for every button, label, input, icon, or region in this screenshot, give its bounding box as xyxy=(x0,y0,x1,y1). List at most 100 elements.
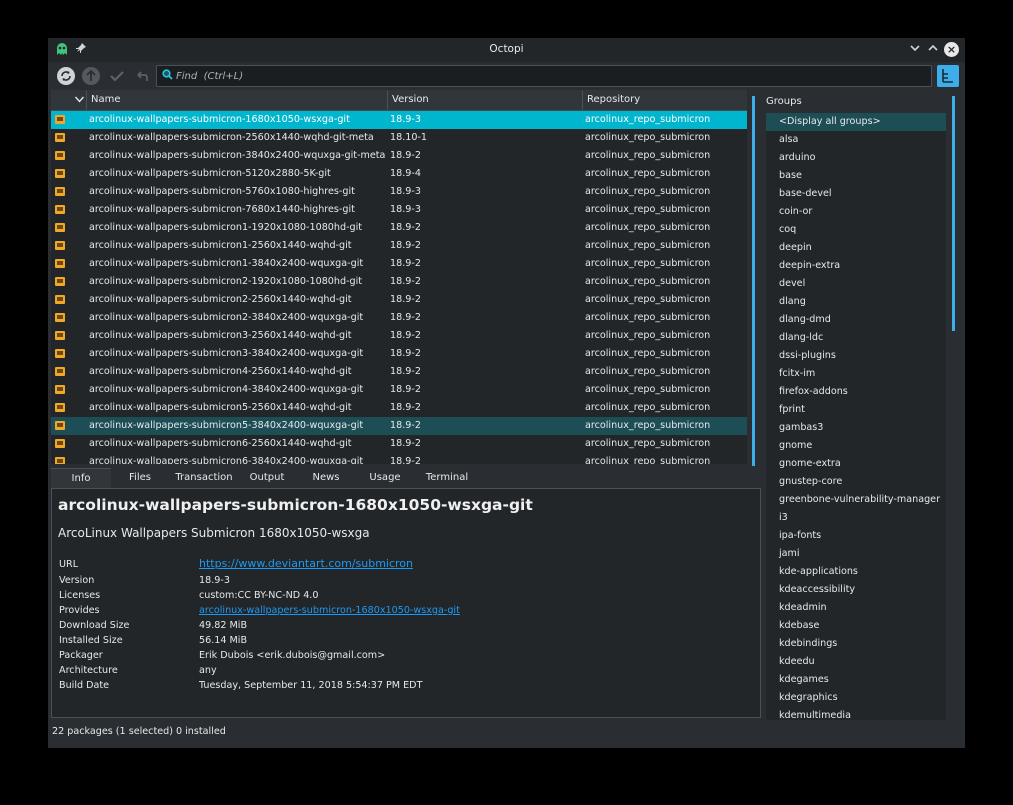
url-link[interactable]: https://www.deviantart.com/submicron xyxy=(199,557,413,570)
upgrade-button[interactable] xyxy=(82,67,100,85)
column-header-name[interactable]: Name xyxy=(91,94,121,105)
group-item[interactable]: dlang xyxy=(766,293,946,311)
group-item[interactable]: kdebindings xyxy=(766,635,946,653)
table-row[interactable]: arcolinux-wallpapers-submicron-7680x1440… xyxy=(51,201,747,219)
details-tab-bar: Info Files Transaction Output News Usage… xyxy=(51,468,756,489)
toggle-groups-button[interactable] xyxy=(937,65,959,87)
group-item[interactable]: kde-applications xyxy=(766,563,946,581)
group-item[interactable]: ipa-fonts xyxy=(766,527,946,545)
group-item[interactable]: kdeadmin xyxy=(766,599,946,617)
package-version: 18.9-2 xyxy=(390,366,421,377)
table-row[interactable]: arcolinux-wallpapers-submicron1-2560x144… xyxy=(51,237,747,255)
table-row[interactable]: arcolinux-wallpapers-submicron4-3840x240… xyxy=(51,381,747,399)
package-version: 18.9-2 xyxy=(390,456,421,464)
group-item[interactable]: kdegames xyxy=(766,671,946,689)
table-row[interactable]: arcolinux-wallpapers-submicron2-2560x144… xyxy=(51,291,747,309)
package-name: arcolinux-wallpapers-submicron-3840x2400… xyxy=(89,150,386,161)
tab-usage[interactable]: Usage xyxy=(361,468,409,488)
table-row[interactable]: arcolinux-wallpapers-submicron5-2560x144… xyxy=(51,399,747,417)
commit-button[interactable] xyxy=(108,67,126,85)
search-box[interactable] xyxy=(156,65,932,87)
package-icon xyxy=(55,367,65,376)
sort-chevron-down-icon[interactable] xyxy=(75,96,84,103)
group-item[interactable]: kdegraphics xyxy=(766,689,946,707)
table-row[interactable]: arcolinux-wallpapers-submicron3-2560x144… xyxy=(51,327,747,345)
search-input[interactable] xyxy=(176,66,916,86)
table-row[interactable]: arcolinux-wallpapers-submicron-2560x1440… xyxy=(51,129,747,147)
maximize-chevron-up-icon[interactable] xyxy=(925,42,941,58)
table-row[interactable]: arcolinux-wallpapers-submicron6-2560x144… xyxy=(51,435,747,453)
package-version: 18.10-1 xyxy=(390,132,428,143)
column-separator[interactable] xyxy=(387,90,388,110)
table-row[interactable]: arcolinux-wallpapers-submicron-5760x1080… xyxy=(51,183,747,201)
group-item[interactable]: deepin xyxy=(766,239,946,257)
group-item[interactable]: dssi-plugins xyxy=(766,347,946,365)
group-item[interactable]: arduino xyxy=(766,149,946,167)
group-item[interactable]: i3 xyxy=(766,509,946,527)
group-item[interactable]: dlang-ldc xyxy=(766,329,946,347)
column-header-version[interactable]: Version xyxy=(392,94,429,105)
download-size-value: 49.82 MiB xyxy=(199,620,248,631)
tab-transaction[interactable]: Transaction xyxy=(169,468,239,488)
group-item[interactable]: firefox-addons xyxy=(766,383,946,401)
group-item[interactable]: <Display all groups> xyxy=(766,113,946,131)
package-name: arcolinux-wallpapers-submicron3-2560x144… xyxy=(89,330,352,341)
rollback-button[interactable] xyxy=(133,67,151,85)
groups-scrollbar[interactable] xyxy=(952,96,955,331)
tab-terminal[interactable]: Terminal xyxy=(417,468,477,488)
package-list[interactable]: Name Version Repository arcolinux-wallpa… xyxy=(51,90,747,464)
group-item[interactable]: gnome xyxy=(766,437,946,455)
group-item[interactable]: dlang-dmd xyxy=(766,311,946,329)
table-row[interactable]: arcolinux-wallpapers-submicron5-3840x240… xyxy=(51,417,747,435)
group-item[interactable]: alsa xyxy=(766,131,946,149)
group-item[interactable]: gnome-extra xyxy=(766,455,946,473)
group-item[interactable]: coin-or xyxy=(766,203,946,221)
group-item[interactable]: jami xyxy=(766,545,946,563)
group-item[interactable]: kdeedu xyxy=(766,653,946,671)
table-row[interactable]: arcolinux-wallpapers-submicron4-2560x144… xyxy=(51,363,747,381)
package-list-scrollbar[interactable] xyxy=(752,96,755,466)
table-row[interactable]: arcolinux-wallpapers-submicron1-1920x108… xyxy=(51,219,747,237)
table-row[interactable]: arcolinux-wallpapers-submicron3-3840x240… xyxy=(51,345,747,363)
close-icon[interactable]: × xyxy=(944,42,959,57)
table-row[interactable]: arcolinux-wallpapers-submicron2-1920x108… xyxy=(51,273,747,291)
group-item[interactable]: kdemultimedia xyxy=(766,707,946,720)
group-item[interactable]: base xyxy=(766,167,946,185)
table-row[interactable]: arcolinux-wallpapers-submicron1-3840x240… xyxy=(51,255,747,273)
group-item[interactable]: greenbone-vulnerability-manager xyxy=(766,491,946,509)
group-item[interactable]: gnustep-core xyxy=(766,473,946,491)
tab-info[interactable]: Info xyxy=(51,468,111,489)
table-row[interactable]: arcolinux-wallpapers-submicron-3840x2400… xyxy=(51,147,747,165)
minimize-chevron-down-icon[interactable] xyxy=(907,42,923,58)
group-item[interactable]: gambas3 xyxy=(766,419,946,437)
table-row[interactable]: arcolinux-wallpapers-submicron6-3840x240… xyxy=(51,453,747,464)
provides-link[interactable]: arcolinux-wallpapers-submicron-1680x1050… xyxy=(199,605,460,616)
group-item[interactable]: coq xyxy=(766,221,946,239)
table-row[interactable]: arcolinux-wallpapers-submicron-1680x1050… xyxy=(51,111,747,129)
groups-list[interactable]: <Display all groups> alsa arduino base base-… xyxy=(766,113,946,720)
column-separator[interactable] xyxy=(582,90,583,110)
package-icon xyxy=(55,349,65,358)
column-header-repository[interactable]: Repository xyxy=(587,94,640,105)
package-name: arcolinux-wallpapers-submicron2-3840x240… xyxy=(89,312,364,323)
table-row[interactable]: arcolinux-wallpapers-submicron2-3840x240… xyxy=(51,309,747,327)
build-date-value: Tuesday, September 11, 2018 5:54:37 PM E… xyxy=(199,680,423,691)
group-item[interactable]: fcitx-im xyxy=(766,365,946,383)
tab-output[interactable]: Output xyxy=(241,468,293,488)
table-row[interactable]: arcolinux-wallpapers-submicron-5120x2880… xyxy=(51,165,747,183)
group-item[interactable]: kdebase xyxy=(766,617,946,635)
group-item[interactable]: kdeaccessibility xyxy=(766,581,946,599)
tab-news[interactable]: News xyxy=(301,468,351,488)
column-separator[interactable] xyxy=(86,90,87,110)
group-item[interactable]: deepin-extra xyxy=(766,257,946,275)
group-item[interactable]: fprint xyxy=(766,401,946,419)
group-item[interactable]: base-devel xyxy=(766,185,946,203)
tab-files[interactable]: Files xyxy=(113,468,167,488)
sync-database-button[interactable] xyxy=(57,67,75,85)
window-title: Octopi xyxy=(489,43,524,55)
package-name: arcolinux-wallpapers-submicron-5120x2880… xyxy=(89,168,331,179)
package-icon xyxy=(55,457,65,464)
package-icon xyxy=(55,385,65,394)
group-item[interactable]: devel xyxy=(766,275,946,293)
package-repository: arcolinux_repo_submicron xyxy=(585,348,711,359)
